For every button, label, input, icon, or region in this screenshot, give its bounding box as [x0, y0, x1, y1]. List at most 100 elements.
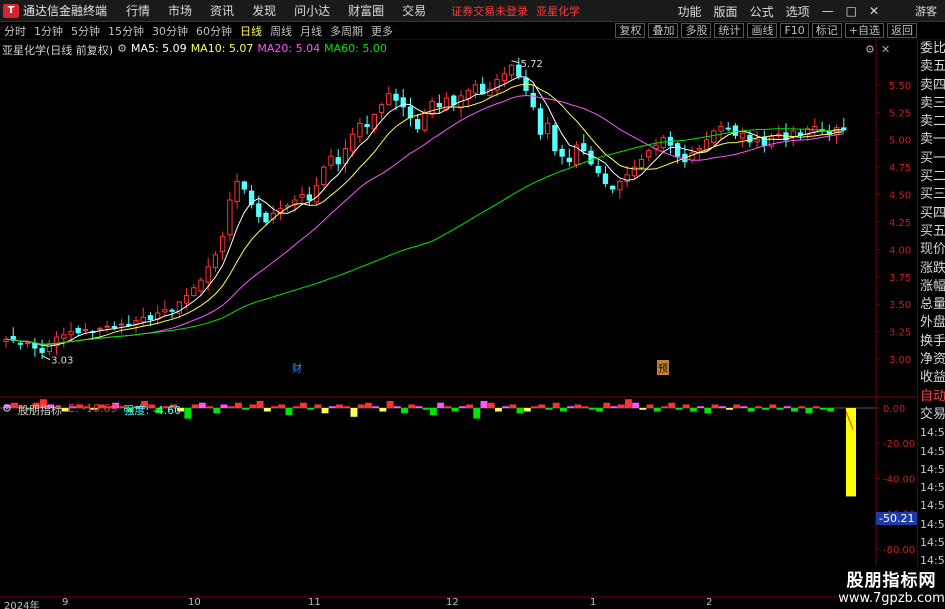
- tool-f10[interactable]: F10: [780, 23, 809, 38]
- period-5min[interactable]: 5分钟: [67, 23, 104, 39]
- menu-item-gongshi[interactable]: 公式: [744, 3, 780, 20]
- candle-body: [227, 199, 233, 236]
- indicator-bar: [227, 406, 235, 408]
- tool-duogu[interactable]: 多股: [681, 23, 712, 38]
- period-daily[interactable]: 日线: [236, 23, 266, 39]
- tool-huaxian[interactable]: 画线: [747, 23, 778, 38]
- period-multi[interactable]: 多周期: [326, 23, 367, 39]
- quote-item[interactable]: 外盘: [918, 314, 945, 332]
- menu-item-wenxiaoda[interactable]: 问小达: [285, 2, 339, 19]
- quote-item[interactable]: 卖四: [918, 77, 945, 95]
- candle-body: [501, 73, 507, 82]
- menu-item-faxian[interactable]: 发现: [243, 2, 285, 19]
- indicator-bar: [393, 406, 401, 408]
- quote-item[interactable]: 现价: [918, 241, 945, 259]
- period-fenshi[interactable]: 分时: [0, 23, 30, 39]
- login-notice[interactable]: 证券交易未登录: [451, 3, 528, 19]
- menu-item-zixun[interactable]: 资讯: [201, 2, 243, 19]
- candle: [321, 165, 327, 189]
- candle-body: [169, 309, 175, 312]
- candle: [429, 97, 435, 119]
- indicator-chart[interactable]: 0.00-20.00-40.00-60.00-80.00: [0, 398, 917, 598]
- ma5-label: MA5: 5.09: [130, 42, 187, 55]
- menu-item-xuanxiang[interactable]: 选项: [780, 3, 816, 20]
- candle: [610, 185, 616, 194]
- maximize-icon[interactable]: □: [840, 4, 863, 18]
- quote-item[interactable]: 买三: [918, 186, 945, 204]
- indicator-bar: [487, 402, 495, 408]
- quote-item[interactable]: 换手: [918, 333, 945, 351]
- quote-panel: 委比 卖五 卖四 卖三 卖二 卖一 买一 买二 买三 买四 买五 现价 涨跌 涨幅 总量 外盘 换手 净资 收益 自动…: [917, 40, 945, 604]
- indicator-bar: [610, 406, 618, 408]
- menu-item-caifuquan[interactable]: 财富圈: [339, 2, 393, 19]
- quote-item[interactable]: 卖三: [918, 95, 945, 113]
- quote-item[interactable]: 买五: [918, 223, 945, 241]
- indicator-bar: [494, 408, 502, 412]
- candle: [386, 86, 392, 106]
- menu-item-jiaoyi[interactable]: 交易: [393, 2, 435, 19]
- candle: [155, 305, 161, 325]
- indicator-bar: [314, 404, 322, 408]
- tool-back[interactable]: 返回: [887, 23, 917, 38]
- candle: [61, 327, 67, 348]
- period-monthly[interactable]: 月线: [296, 23, 326, 39]
- finance-marker[interactable]: 财: [292, 360, 302, 375]
- period-weekly[interactable]: 周线: [266, 23, 296, 39]
- quote-item[interactable]: 买一: [918, 150, 945, 168]
- quote-item[interactable]: 买四: [918, 205, 945, 223]
- tool-add-watchlist[interactable]: +自选: [844, 23, 884, 38]
- indicator-bar: [769, 404, 777, 408]
- quote-item[interactable]: 涨幅: [918, 278, 945, 296]
- period-more[interactable]: 更多: [367, 23, 397, 39]
- quote-item[interactable]: 涨跌: [918, 260, 945, 278]
- ind-tick-label: 0.00: [883, 404, 905, 415]
- tool-biaoji[interactable]: 标记: [811, 23, 842, 38]
- menu-item-banmian[interactable]: 版面: [708, 3, 744, 20]
- candle: [725, 121, 731, 132]
- period-15min[interactable]: 15分钟: [104, 23, 148, 39]
- period-30min[interactable]: 30分钟: [148, 23, 192, 39]
- indicator-settings-icon[interactable]: ⚙: [2, 402, 12, 418]
- quote-item[interactable]: 净资: [918, 351, 945, 369]
- app-logo-icon: T: [3, 3, 19, 18]
- period-60min[interactable]: 60分钟: [192, 23, 236, 39]
- candle-body: [545, 122, 551, 135]
- settings-icon[interactable]: ⚙: [117, 42, 127, 58]
- guest-label[interactable]: 游客: [915, 3, 937, 19]
- quote-item[interactable]: 交易: [918, 406, 945, 424]
- candle-body: [552, 125, 558, 152]
- chart-close-icon[interactable]: ✕: [881, 43, 890, 56]
- period-1min[interactable]: 1分钟: [30, 23, 67, 39]
- quote-item[interactable]: 卖一: [918, 131, 945, 149]
- close-icon[interactable]: ✕: [863, 4, 885, 18]
- menu-item-gongneng[interactable]: 功能: [672, 3, 708, 20]
- chart-settings-icon[interactable]: ⚙: [865, 43, 875, 56]
- candle-body: [162, 309, 168, 313]
- tool-tongji[interactable]: 统计: [714, 23, 745, 38]
- tool-diejia[interactable]: 叠加: [648, 23, 679, 38]
- tool-fuquan[interactable]: 复权: [615, 23, 646, 38]
- quote-item[interactable]: 委比: [918, 40, 945, 58]
- quote-item[interactable]: 自动: [918, 388, 945, 406]
- candle: [602, 165, 609, 188]
- quote-item[interactable]: 收益: [918, 369, 945, 387]
- forecast-marker[interactable]: 预: [657, 360, 669, 375]
- candle: [162, 300, 168, 316]
- quote-item[interactable]: 卖五: [918, 58, 945, 76]
- quote-item[interactable]: 总量: [918, 296, 945, 314]
- minimize-icon[interactable]: —: [816, 4, 840, 18]
- candle: [82, 322, 89, 334]
- menu-item-shichang[interactable]: 市场: [159, 2, 201, 19]
- indicator-bar: [603, 402, 611, 408]
- candle-body: [364, 124, 370, 128]
- candle-body: [465, 89, 471, 100]
- quote-item[interactable]: 买二: [918, 168, 945, 186]
- candle-body: [299, 194, 305, 198]
- kline-chart[interactable]: 5.50 5.25 5.00 4.75 4.50 4.25 4.00 3.75 3.50 3.25…: [0, 40, 917, 398]
- candle-body: [595, 166, 601, 174]
- quote-item[interactable]: 卖二: [918, 113, 945, 131]
- menu-item-hangqing[interactable]: 行情: [117, 2, 159, 19]
- indicator-bar: [632, 402, 640, 408]
- candle-body: [675, 143, 681, 157]
- candle: [653, 138, 659, 156]
